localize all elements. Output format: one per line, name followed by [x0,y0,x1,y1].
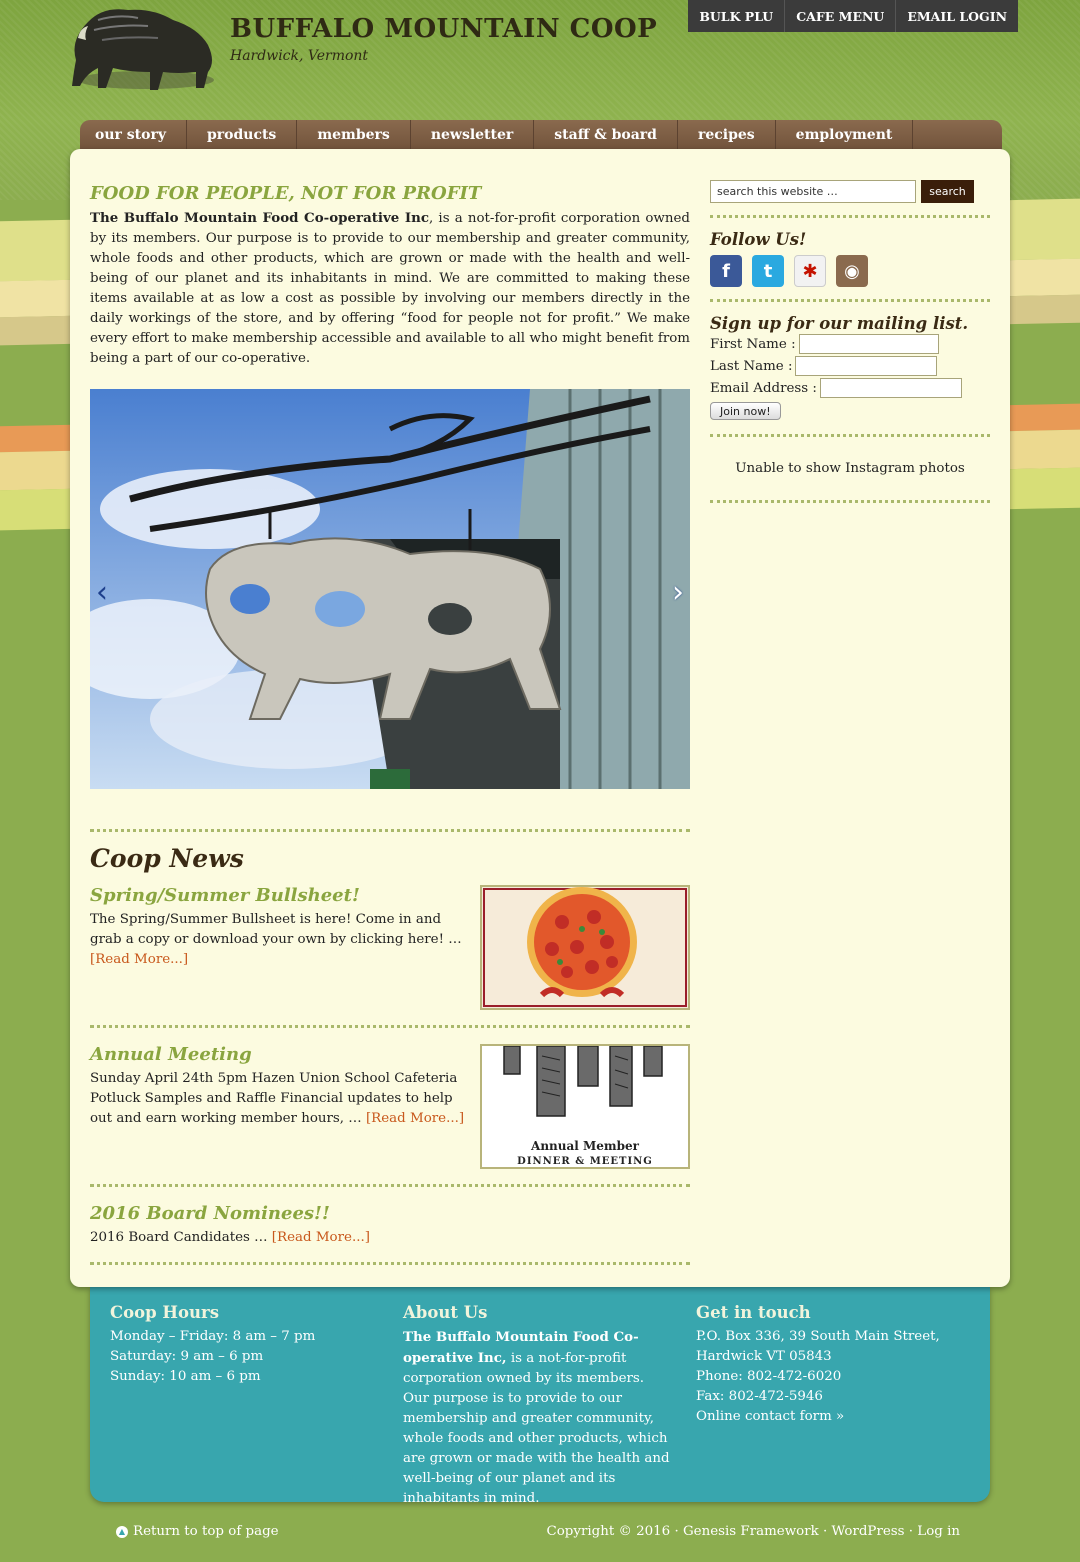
thumb-caption-sub: DINNER & MEETING [517,1156,653,1167]
last-name-field[interactable] [795,356,938,376]
sidebar: search Follow Us! f t ✱ ◉ Sign up for ou… [710,180,990,515]
social-icons: f t ✱ ◉ [710,255,990,287]
copyright-text: Copyright © 2016 · [546,1524,683,1539]
about-us-title: About Us [403,1303,488,1322]
hours-line: Saturday: 9 am – 6 pm [110,1349,264,1364]
back-to-top[interactable]: ▲ Return to top of page [116,1524,279,1539]
divider [90,829,690,832]
read-more-link[interactable]: [Read More...] [366,1111,464,1126]
contact-line: Hardwick VT 05843 [696,1349,832,1364]
email-row: Email Address : [710,377,990,399]
separator: · [818,1524,832,1539]
get-in-touch-widget: Get in touch P.O. Box 336, 39 South Main… [696,1303,966,1427]
wordpress-link[interactable]: WordPress [832,1524,905,1539]
post-excerpt-text: The Spring/Summer Bullsheet is here! Com… [90,912,462,947]
post-excerpt: 2016 Board Candidates … [Read More...] [90,1228,475,1248]
search-form: search [710,180,990,203]
slider-next-icon[interactable]: › [672,575,684,610]
contact-line: Phone: 802-472-6020 [696,1369,842,1384]
site-description: Hardwick, Vermont [230,48,369,64]
site-footer: ▲ Return to top of page Copyright © 2016… [0,1520,1080,1550]
twitter-icon[interactable]: t [752,255,784,287]
slider-prev-icon[interactable]: ‹ [96,575,108,610]
facebook-icon[interactable]: f [710,255,742,287]
instagram-icon[interactable]: ◉ [836,255,868,287]
post-excerpt-text: 2016 Board Candidates … [90,1230,272,1245]
divider [710,500,990,503]
back-to-top-label: Return to top of page [133,1524,279,1539]
intro-text: The Buffalo Mountain Food Co-operative I… [90,208,690,369]
post-excerpt: The Spring/Summer Bullsheet is here! Com… [90,910,475,970]
coop-hours-title: Coop Hours [110,1303,219,1322]
top-menu: BULK PLU CAFE MENU EMAIL LOGIN [688,0,1018,32]
read-more-link[interactable]: [Read More...] [90,952,188,967]
first-name-field[interactable] [798,334,939,354]
read-more-link[interactable]: [Read More...] [272,1230,370,1245]
first-name-row: First Name : [710,333,990,355]
entry-title: FOOD FOR PEOPLE, NOT FOR PROFIT [90,183,482,204]
post-thumbnail[interactable]: Annual Member DINNER & MEETING [480,1044,690,1169]
email-field[interactable] [819,378,962,398]
buffalo-logo[interactable] [58,0,228,100]
site-header: BUFFALO MOUNTAIN COOP Hardwick, Vermont … [0,0,1080,120]
follow-us-title: Follow Us! [710,230,807,249]
contact-line: Fax: 802-472-5946 [696,1389,823,1404]
coop-hours-widget: Coop Hours Monday – Friday: 8 am – 7 pm … [110,1303,380,1387]
about-us-text: The Buffalo Mountain Food Co-operative I… [403,1327,673,1509]
credits: Copyright © 2016 · Genesis Framework · W… [547,1524,961,1539]
genesis-link[interactable]: Genesis Framework [683,1524,819,1539]
search-button[interactable]: search [921,180,974,203]
get-in-touch-title: Get in touch [696,1303,811,1322]
news-post: 2016 Board Nominees!! 2016 Board Candida… [90,1203,690,1262]
arrow-up-icon: ▲ [116,1525,128,1538]
intro-bold: The Buffalo Mountain Food Co-operative I… [90,210,430,226]
content-panel: FOOD FOR PEOPLE, NOT FOR PROFIT The Buff… [70,149,1010,1287]
post-title[interactable]: 2016 Board Nominees!! [90,1203,690,1224]
thumb-caption: Annual Member [531,1139,639,1153]
search-input[interactable] [710,180,916,203]
hours-line: Sunday: 10 am – 6 pm [110,1369,261,1384]
post-thumbnail[interactable] [480,885,690,1010]
yelp-icon[interactable]: ✱ [794,255,826,287]
email-label: Email Address : [710,380,817,396]
image-slider[interactable]: ‹ › [90,389,690,789]
divider [90,1025,690,1028]
about-us-widget: About Us The Buffalo Mountain Food Co-op… [403,1303,673,1509]
intro-rest: , is a not-for-profit corporation owned … [90,211,690,366]
top-menu-cafe-menu[interactable]: CAFE MENU [784,0,895,32]
about-us-rest: is a not-for-profit corporation owned by… [403,1351,670,1506]
post-excerpt: Sunday April 24th 5pm Hazen Union School… [90,1069,475,1129]
main-content: FOOD FOR PEOPLE, NOT FOR PROFIT The Buff… [90,183,690,1265]
divider [710,215,990,218]
top-menu-email-login[interactable]: EMAIL LOGIN [895,0,1018,32]
last-name-row: Last Name : [710,355,990,377]
login-link[interactable]: Log in [917,1524,960,1539]
news-title: Coop News [90,844,244,873]
separator: · [904,1524,918,1539]
buffalo-sign-image [90,389,690,789]
join-now-button[interactable]: Join now! [710,402,781,420]
instagram-message: Unable to show Instagram photos [735,461,965,476]
divider [710,299,990,302]
divider [710,434,990,437]
first-name-label: First Name : [710,336,796,352]
footer-widgets: Coop Hours Monday – Friday: 8 am – 7 pm … [90,1287,990,1506]
mailing-list-title: Sign up for our mailing list. [710,314,969,333]
hours-line: Monday – Friday: 8 am – 7 pm [110,1329,316,1344]
contact-form-link[interactable]: Online contact form » [696,1409,844,1424]
contact-line: P.O. Box 336, 39 South Main Street, [696,1329,940,1344]
top-menu-bulk-plu[interactable]: BULK PLU [688,0,784,32]
last-name-label: Last Name : [710,358,793,374]
news-post: Spring/Summer Bullsheet! The Spring/Summ… [90,885,690,1025]
news-post: Annual Meeting Sunday April 24th 5pm Haz… [90,1044,690,1184]
divider [90,1262,690,1265]
divider [90,1184,690,1187]
site-title[interactable]: BUFFALO MOUNTAIN COOP [230,14,657,44]
